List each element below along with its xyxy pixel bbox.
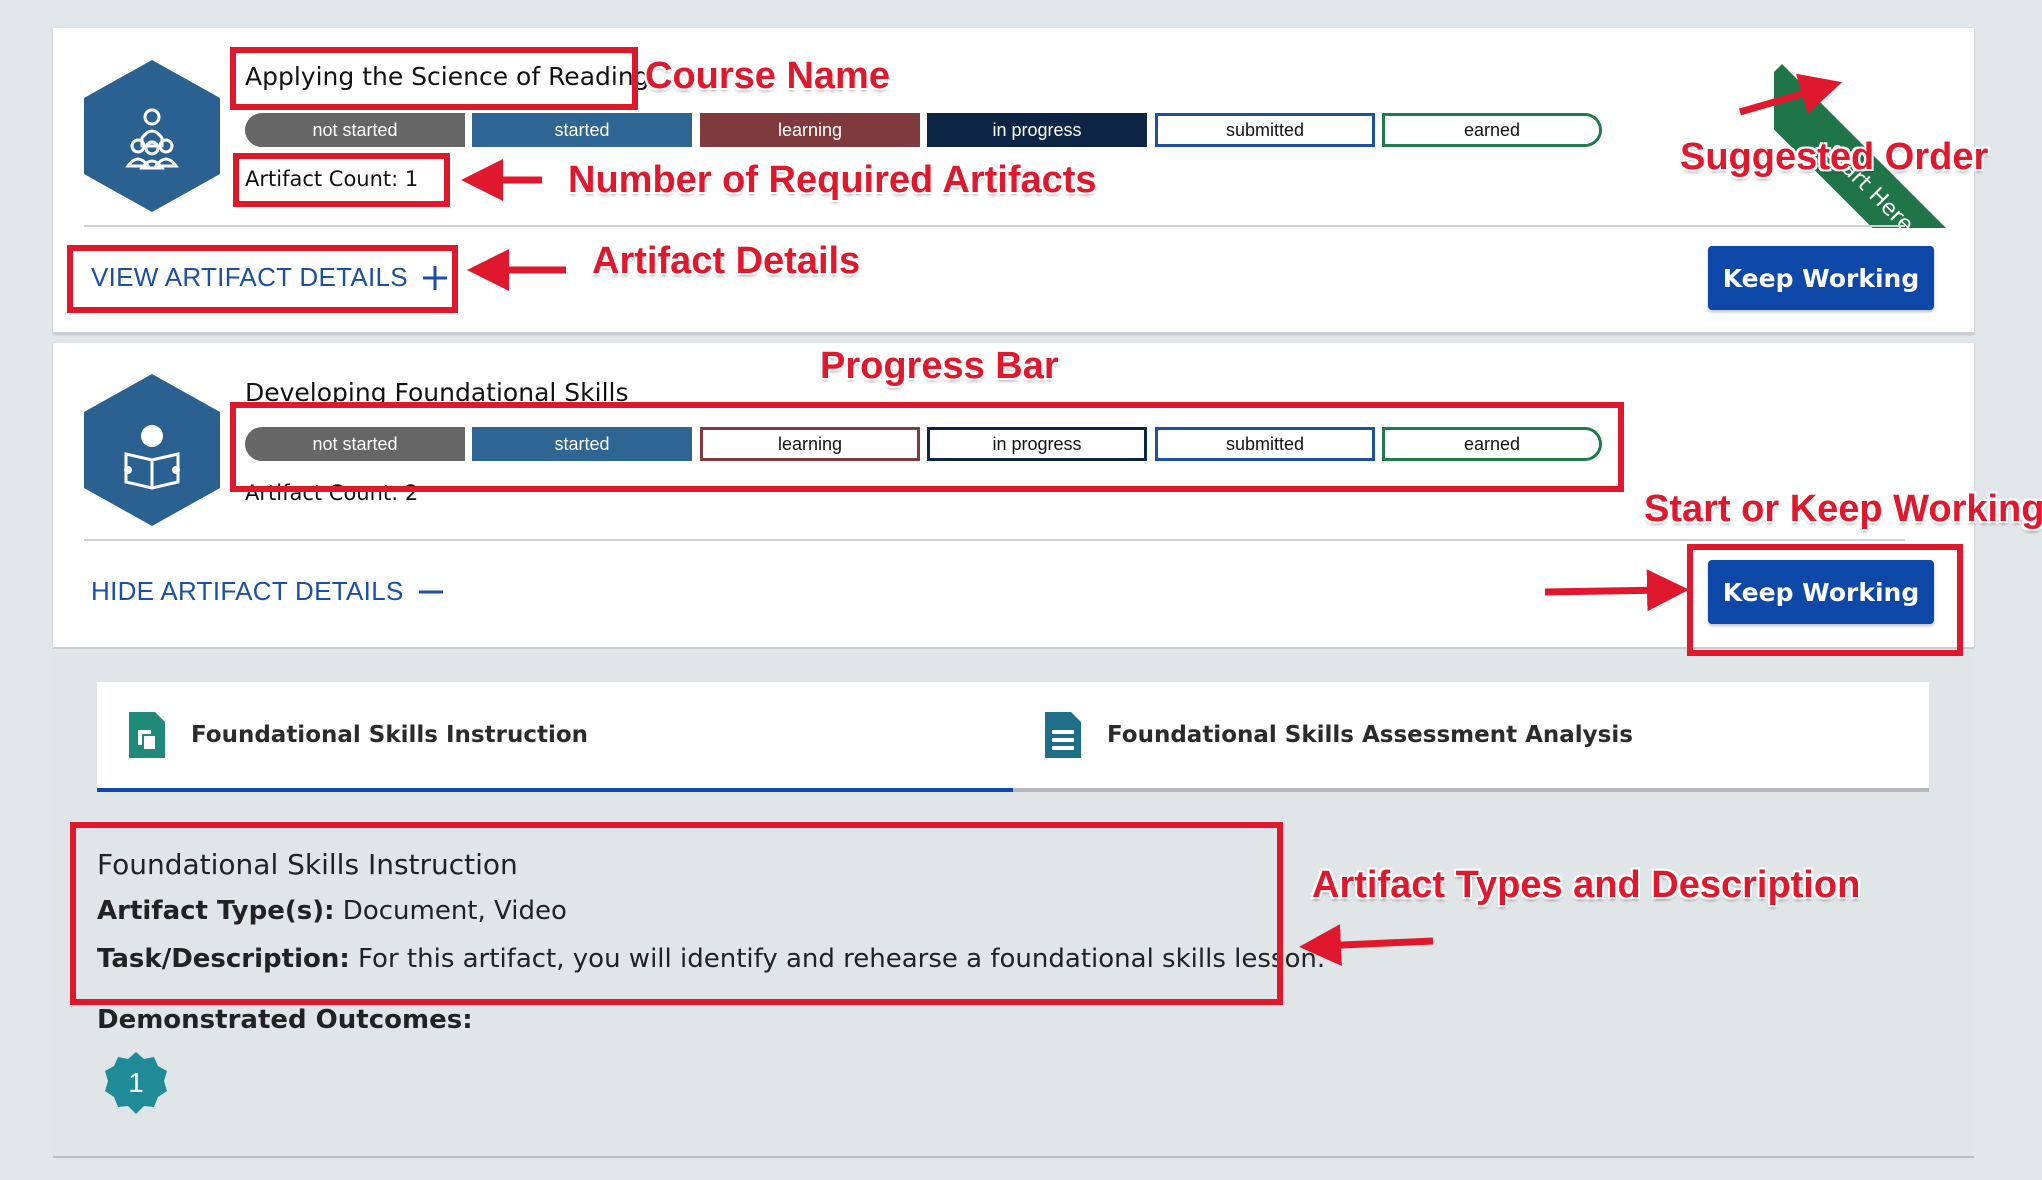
artifact-details-highlight [67,245,458,313]
annotation-start-keep-working: Start or Keep Working [1644,488,2042,530]
keep-working-highlight [1687,544,1963,656]
progress-bar-highlight [230,402,1624,492]
artifact-description-highlight [70,822,1283,1005]
annotation-types-description: Artifact Types and Description [1312,864,1861,906]
annotation-progress-bar: Progress Bar [820,345,1059,387]
annotation-suggested-order: Suggested Order [1680,136,1989,178]
annotation-artifact-details: Artifact Details [592,240,861,282]
